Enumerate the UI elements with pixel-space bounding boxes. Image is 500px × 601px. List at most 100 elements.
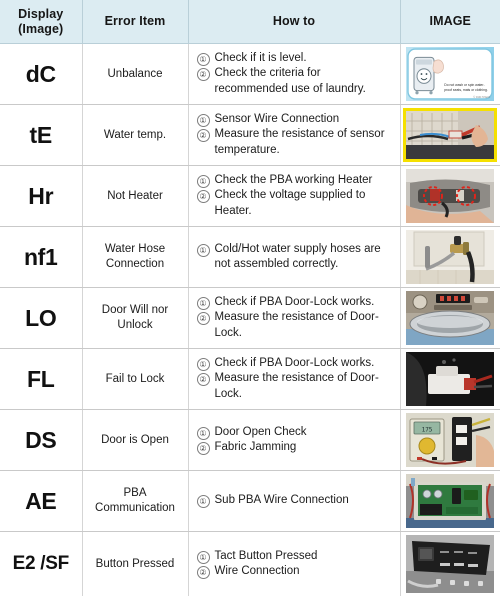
how-to-step: ② Check the voltage supplied to Heater. — [196, 188, 394, 218]
how-to-step-text: Check the criteria for recommended use o… — [214, 67, 366, 95]
image-cell — [400, 104, 500, 166]
how-to-step: ① Sub PBA Wire Connection — [196, 493, 394, 509]
image-cell — [400, 165, 500, 227]
step-number-icon: ② — [196, 129, 210, 143]
main-pcb-board-photo — [406, 474, 495, 528]
column-header-how-to: How to — [188, 0, 401, 44]
how-to-cell: ① Tact Button Pressed ② Wire Connection — [188, 531, 401, 596]
washer-cartoon-warning-illustration: Do not wash or spin water-proof seats, m… — [406, 47, 495, 101]
table-row: tE Water temp. ① Sensor Wire Connection ② Mea… — [0, 104, 500, 166]
how-to-step: ① Check if PBA Door-Lock works. — [196, 295, 394, 311]
image-cell — [400, 470, 500, 532]
how-to-cell: ① Check if PBA Door-Lock works. ② Measure t… — [188, 287, 401, 349]
table-body: dC Unbalance ① Check if it is level. ② Check … — [0, 43, 500, 596]
table-row: E2 /SF Button Pressed ① Tact Button Pressed… — [0, 531, 500, 596]
step-number-icon: ① — [196, 114, 210, 128]
how-to-cell: ① Check if it is level. ② Check the criteri… — [188, 43, 401, 105]
step-number-icon: ① — [196, 297, 210, 311]
how-to-step: ① Sensor Wire Connection — [196, 112, 394, 128]
how-to-step: ② Fabric Jamming — [196, 440, 394, 455]
how-to-step: ② Check the criteria for recommended use … — [196, 66, 394, 96]
table-row: AE PBA Communication ① Sub PBA Wire Connect… — [0, 470, 500, 532]
error-item-cell: Door Will nor Unlock — [82, 287, 189, 349]
how-to-cell: ① Check the PBA working Heater ② Check the … — [188, 165, 401, 227]
how-to-step-text: Measure the resistance of Door-Lock. — [214, 372, 379, 400]
how-to-step-text: Measure the resistance of sensor tempera… — [214, 128, 385, 156]
how-to-step-text: Check if it is level. — [214, 52, 307, 65]
step-number-icon: ② — [196, 312, 210, 326]
table-row: Hr Not Heater ① Check the PBA working Heate… — [0, 165, 500, 227]
error-code-cell: FL — [0, 348, 83, 410]
step-number-icon: ① — [196, 426, 210, 440]
image-cell — [400, 348, 500, 410]
water-supply-hose-photo — [406, 230, 495, 284]
column-header-display-line2: (Image) — [18, 21, 64, 36]
how-to-step-text: Measure the resistance of Door-Lock. — [214, 311, 379, 339]
image-cell — [400, 531, 500, 596]
heater-terminals-photo — [406, 169, 495, 223]
table-header-row: Display (Image) Error Item How to IMAGE — [0, 0, 500, 44]
error-item-cell: Fail to Lock — [82, 348, 189, 410]
how-to-cell: ① Door Open Check ② Fabric Jamming — [188, 409, 401, 471]
image-cell: 175 — [400, 409, 500, 471]
how-to-step-text: Wire Connection — [214, 565, 300, 577]
image-cell: Do not wash or spin water-proof seats, m… — [400, 43, 500, 105]
illustration-caption: Do not wash or spin water-proof seats, m… — [444, 83, 488, 93]
error-code-cell: dC — [0, 43, 83, 105]
error-code-cell: LO — [0, 287, 83, 349]
washer-control-panel-door-photo — [406, 291, 495, 345]
how-to-step: ① Tact Button Pressed — [196, 549, 394, 564]
error-item-cell: Water Hose Connection — [82, 226, 189, 288]
error-item-cell: PBA Communication — [82, 470, 189, 532]
sensor-wiring-photo-yellow-frame — [403, 108, 498, 162]
step-number-icon: ② — [196, 68, 210, 82]
how-to-step-text: Check if PBA Door-Lock works. — [214, 357, 375, 370]
step-number-icon: ② — [196, 373, 210, 387]
step-number-icon: ① — [196, 53, 210, 67]
error-code-cell: E2 /SF — [0, 531, 83, 596]
error-item-cell: Unbalance — [82, 43, 189, 105]
error-item-cell: Button Pressed — [82, 531, 189, 596]
table-row: FL Fail to Lock ① Check if PBA Door-Lock wo… — [0, 348, 500, 410]
error-code-cell: tE — [0, 104, 83, 166]
step-number-icon: ② — [196, 442, 210, 455]
table-row: nf1 Water Hose Connection ① Cold/Hot water … — [0, 226, 500, 288]
step-number-icon: ① — [196, 550, 210, 564]
how-to-step-text: Sub PBA Wire Connection — [214, 494, 349, 507]
how-to-step-text: Door Open Check — [214, 425, 307, 438]
column-header-error-item: Error Item — [82, 0, 189, 44]
error-code-table: Display (Image) Error Item How to IMAGE … — [0, 0, 500, 596]
how-to-step-text: Check if PBA Door-Lock works. — [214, 296, 375, 309]
column-header-display: Display (Image) — [0, 0, 83, 44]
image-cell — [400, 226, 500, 288]
how-to-step: ① Door Open Check — [196, 425, 394, 440]
illustration-credit: © 0441733e01 — [473, 96, 491, 99]
error-code-cell: AE — [0, 470, 83, 532]
step-number-icon: ① — [196, 358, 210, 372]
how-to-step-text: Fabric Jamming — [214, 441, 297, 453]
column-header-image: IMAGE — [400, 0, 500, 44]
error-item-cell: Door is Open — [82, 409, 189, 471]
table-row: LO Door Will nor Unlock ① Check if PBA Door… — [0, 287, 500, 349]
how-to-step: ① Check if PBA Door-Lock works. — [196, 356, 394, 372]
step-number-icon: ② — [196, 190, 210, 204]
error-code-cell: DS — [0, 409, 83, 471]
error-code-cell: Hr — [0, 165, 83, 227]
how-to-step: ② Measure the resistance of Door-Lock. — [196, 310, 394, 340]
how-to-step: ② Wire Connection — [196, 564, 394, 579]
how-to-step: ① Cold/Hot water supply hoses are not ass… — [196, 242, 394, 272]
how-to-cell: ① Sub PBA Wire Connection — [188, 470, 401, 532]
how-to-step: ② Measure the resistance of Door-Lock. — [196, 371, 394, 401]
how-to-step-text: Sensor Wire Connection — [214, 113, 340, 126]
error-item-cell: Not Heater — [82, 165, 189, 227]
step-number-icon: ① — [196, 495, 210, 509]
how-to-cell: ① Check if PBA Door-Lock works. ② Measure t… — [188, 348, 401, 410]
column-header-display-line1: Display — [18, 7, 64, 22]
error-item-cell: Water temp. — [82, 104, 189, 166]
how-to-step: ① Check the PBA working Heater — [196, 173, 394, 189]
door-lock-assembly-photo — [406, 352, 495, 406]
step-number-icon: ① — [196, 243, 210, 257]
multimeter-door-switch-photo: 175 — [406, 413, 495, 467]
table-row: dC Unbalance ① Check if it is level. ② Check … — [0, 43, 500, 105]
how-to-step-text: Tact Button Pressed — [214, 549, 318, 562]
